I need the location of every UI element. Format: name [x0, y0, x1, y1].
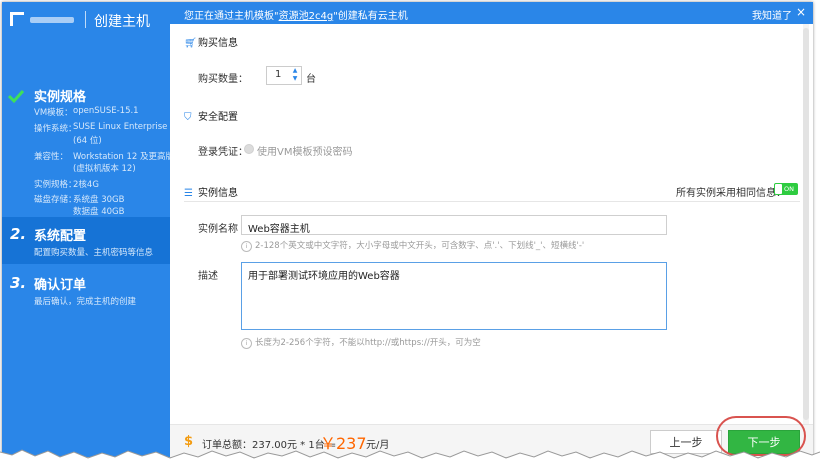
description-textarea[interactable]: 用于部署测试环境应用的Web容器 — [241, 262, 667, 330]
logo-icon — [10, 12, 24, 26]
check-icon — [8, 89, 24, 104]
spec-os-bits: (64 位) — [73, 136, 102, 146]
create-host-window: 创建主机 实例规格 VM模板： openSUSE-15.1 操作系统： SUSE L… — [2, 2, 813, 457]
spec-flavor: 实例规格： 2核4G — [34, 180, 99, 190]
step-title: 实例规格 — [34, 90, 87, 105]
step-subtitle: 配置购买数量、主机密码等信息 — [34, 248, 154, 258]
scrollbar-thumb[interactable] — [803, 28, 809, 420]
info-icon: i — [241, 338, 252, 349]
spec-system-disk: 磁盘存储： 系统盘 30GB — [34, 195, 125, 205]
toggle-knob — [775, 184, 782, 194]
description-hint: i 长度为2-256个字符，不能以http://或https://开头，可为空 — [241, 336, 481, 349]
divider — [184, 201, 800, 202]
template-link[interactable]: 资源池2c4g — [279, 11, 334, 22]
spec-compat: 兼容性： Workstation 12 及更高版本 — [34, 152, 183, 162]
shield-icon: ⛉ — [184, 112, 192, 123]
spec-vm-template: VM模板： openSUSE-15.1 — [34, 106, 139, 118]
spec-os: 操作系统： SUSE Linux Enterprise 12 — [34, 122, 181, 134]
quantity-stepper[interactable]: 1 ▲ ▼ — [266, 66, 302, 85]
list-icon: ☰ — [184, 188, 193, 199]
banner-text: 您正在通过主机模板"资源池2c4g"创建私有云主机 — [184, 11, 408, 22]
cart-icon: 🛒︎ — [184, 38, 197, 49]
sidebar: 创建主机 实例规格 VM模板： openSUSE-15.1 操作系统： SUSE L… — [2, 2, 183, 457]
purchase-section-title: 🛒︎购买信息 — [184, 38, 238, 49]
instance-section-title: ☰ 实例信息 — [184, 188, 238, 199]
torn-edge — [0, 449, 820, 467]
instance-name-input[interactable]: Web容器主机 — [241, 215, 667, 235]
description-label: 描述 — [198, 271, 218, 282]
main-content: 🛒︎购买信息 购买数量： 1 ▲ ▼ 台 ⛉ 安全配置 登录凭证： 使用VM模板预… — [170, 24, 813, 457]
logo-area: 创建主机 — [2, 2, 170, 36]
banner-ack-link[interactable]: 我知道了 — [752, 7, 792, 22]
close-icon[interactable]: × — [796, 5, 806, 19]
quantity-value: 1 — [275, 69, 282, 80]
spec-compat-version: (虚拟机版本 12) — [73, 164, 136, 174]
info-icon: i — [241, 241, 252, 252]
template-banner: 您正在通过主机模板"资源池2c4g"创建私有云主机 我知道了 × — [170, 2, 813, 24]
credential-radio[interactable] — [244, 144, 254, 154]
step-title: 确认订单 — [34, 278, 87, 293]
scrollbar[interactable] — [803, 24, 809, 424]
same-info-toggle[interactable]: ON — [774, 183, 798, 195]
instance-name-hint: i 2-128个英文或中文字符，大小字母或中文开头，可含数字、点'.'、下划线'_… — [241, 239, 584, 252]
logo-divider — [85, 11, 86, 28]
increment-icon[interactable]: ▲ — [290, 67, 300, 75]
step-number: 3. — [10, 274, 27, 292]
step-title: 系统配置 — [34, 229, 87, 244]
step-subtitle: 最后确认，完成主机的创建 — [34, 297, 137, 307]
same-info-label: 所有实例采用相同信息： — [676, 188, 786, 199]
logo-wordmark — [30, 17, 74, 23]
security-section-title: ⛉ 安全配置 — [184, 112, 238, 123]
quantity-unit: 台 — [306, 74, 316, 85]
toggle-state: ON — [784, 185, 794, 193]
step-number: 2. — [10, 225, 27, 243]
credential-label: 登录凭证： — [198, 147, 248, 158]
instance-name-label: 实例名称 — [198, 224, 238, 235]
spec-data-disk: 数据盘 40GB — [73, 207, 125, 217]
credential-option: 使用VM模板预设密码 — [257, 147, 353, 158]
app-title: 创建主机 — [94, 14, 150, 30]
quantity-label: 购买数量： — [198, 74, 248, 85]
decrement-icon[interactable]: ▼ — [290, 75, 300, 83]
